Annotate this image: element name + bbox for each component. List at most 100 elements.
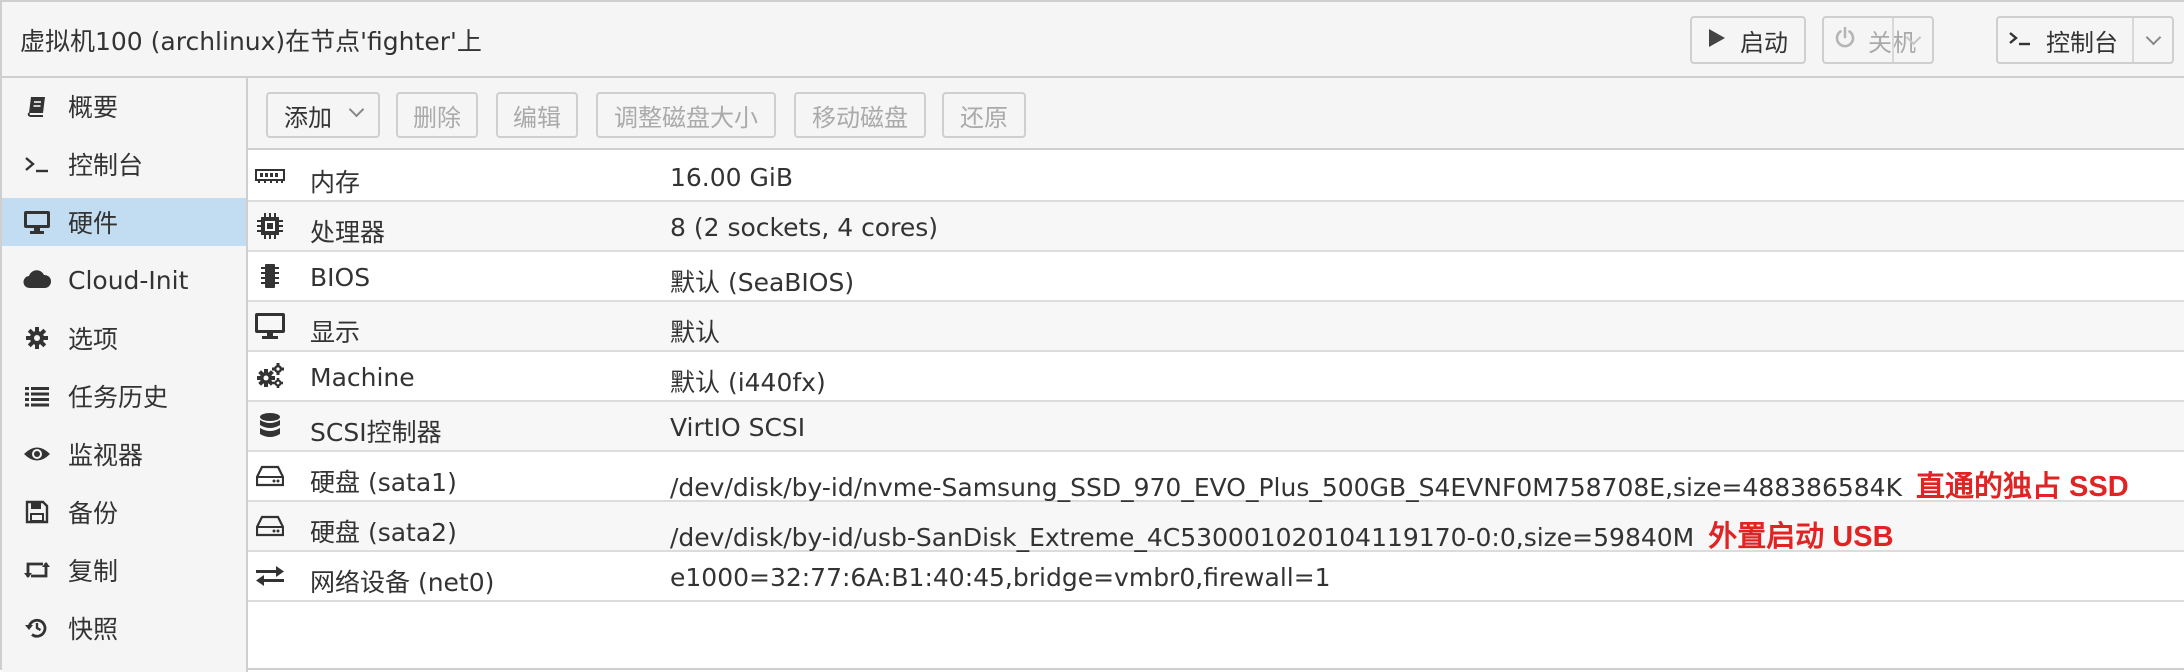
row-value: e1000=32:77:6A:B1:40:45,bridge=vmbr0,fir… bbox=[670, 563, 1331, 592]
table-row[interactable]: 显示 默认 bbox=[248, 302, 2184, 352]
desktop-icon bbox=[254, 310, 286, 342]
sidebar-item-hardware[interactable]: 硬件 bbox=[2, 198, 246, 246]
sidebar-item-label: 选项 bbox=[68, 325, 119, 354]
retweet-icon bbox=[22, 555, 52, 585]
sidebar-item-label: Cloud-Init bbox=[68, 265, 189, 295]
resize-disk-button[interactable]: 调整磁盘大小 bbox=[596, 92, 776, 138]
row-key: Machine bbox=[310, 363, 415, 392]
shutdown-button[interactable]: 关机 bbox=[1822, 16, 1934, 64]
row-key: 处理器 bbox=[310, 218, 386, 247]
sidebar-item-task-history[interactable]: 任务历史 bbox=[2, 372, 246, 420]
sidebar-item-replication[interactable]: 复制 bbox=[2, 546, 246, 594]
table-row[interactable]: 内存 16.00 GiB bbox=[248, 152, 2184, 202]
revert-label: 还原 bbox=[960, 103, 1008, 132]
terminal-icon bbox=[2008, 26, 2032, 54]
monitor-icon bbox=[22, 207, 52, 237]
sidebar-item-cloud-init[interactable]: Cloud-Init bbox=[2, 256, 246, 304]
sidebar-item-label: 备份 bbox=[68, 499, 119, 528]
cloud-icon bbox=[22, 265, 52, 295]
row-key: 硬盘 (sata1) bbox=[310, 468, 457, 497]
resize-disk-label: 调整磁盘大小 bbox=[614, 103, 758, 132]
console-label: 控制台 bbox=[2046, 28, 2118, 57]
row-key: 硬盘 (sata2) bbox=[310, 518, 457, 547]
vm-title: 虚拟机100 (archlinux)在节点'fighter'上 bbox=[20, 27, 482, 56]
row-key: 显示 bbox=[310, 318, 361, 347]
edit-label: 编辑 bbox=[513, 103, 561, 132]
hardware-toolbar: 添加 删除 编辑 调整磁盘大小 移动磁盘 还原 bbox=[248, 78, 2184, 150]
row-value: 默认 (SeaBIOS) bbox=[670, 268, 855, 297]
shutdown-menu-toggle[interactable] bbox=[1892, 18, 1932, 62]
move-disk-label: 移动磁盘 bbox=[812, 103, 908, 132]
sidebar-item-summary[interactable]: 概要 bbox=[2, 82, 246, 130]
move-disk-button[interactable]: 移动磁盘 bbox=[794, 92, 926, 138]
console-menu-toggle[interactable] bbox=[2132, 18, 2172, 62]
play-icon bbox=[1708, 26, 1726, 54]
annotation-label: 直通的独占 SSD bbox=[1915, 471, 2129, 503]
add-label: 添加 bbox=[284, 103, 332, 132]
row-key: 内存 bbox=[310, 168, 361, 197]
eye-icon bbox=[22, 439, 52, 469]
table-row[interactable]: SCSI控制器 VirtIO SCSI bbox=[248, 402, 2184, 452]
table-row[interactable]: 网络设备 (net0) e1000=32:77:6A:B1:40:45,brid… bbox=[248, 552, 2184, 602]
list-icon bbox=[22, 381, 52, 411]
row-value: 默认 (i440fx) bbox=[670, 368, 826, 397]
header-bar: 虚拟机100 (archlinux)在节点'fighter'上 启动 关机 控制… bbox=[2, 2, 2184, 78]
vm-hardware-window: 虚拟机100 (archlinux)在节点'fighter'上 启动 关机 控制… bbox=[0, 0, 2184, 672]
row-value-text: /dev/disk/by-id/usb-SanDisk_Extreme_4C53… bbox=[670, 523, 1695, 552]
row-key: 网络设备 (net0) bbox=[310, 568, 495, 597]
sidebar-item-monitor[interactable]: 监视器 bbox=[2, 430, 246, 478]
microchip-icon bbox=[254, 260, 286, 292]
sidebar-item-label: 控制台 bbox=[68, 151, 144, 180]
sidebar-nav: 概要 控制台 硬件 Cloud-Init 选项 任务历史 监视器 备份 复制 快… bbox=[2, 78, 248, 672]
sidebar-item-label: 复制 bbox=[68, 557, 119, 586]
table-row[interactable]: BIOS 默认 (SeaBIOS) bbox=[248, 252, 2184, 302]
sidebar-item-label: 任务历史 bbox=[68, 383, 169, 412]
remove-label: 删除 bbox=[413, 103, 461, 132]
chevron-down-icon bbox=[1905, 29, 1921, 45]
row-value-text: /dev/disk/by-id/nvme-Samsung_SSD_970_EVO… bbox=[670, 473, 1902, 502]
exchange-icon bbox=[254, 560, 286, 592]
hdd-icon bbox=[254, 460, 286, 492]
book-icon bbox=[22, 91, 52, 121]
floppy-icon bbox=[22, 497, 52, 527]
table-row[interactable]: Machine 默认 (i440fx) bbox=[248, 352, 2184, 402]
console-button[interactable]: 控制台 bbox=[1996, 16, 2174, 64]
row-value: 16.00 GiB bbox=[670, 163, 793, 192]
chevron-down-icon bbox=[2145, 29, 2161, 45]
row-value: VirtIO SCSI bbox=[670, 413, 806, 442]
hardware-grid: 内存 16.00 GiB 处理器 8 (2 sockets, 4 cores) … bbox=[248, 152, 2184, 602]
row-value: 默认 bbox=[670, 318, 721, 347]
cpu-icon bbox=[254, 210, 286, 242]
sidebar-item-options[interactable]: 选项 bbox=[2, 314, 246, 362]
chevron-down-icon bbox=[348, 101, 365, 118]
table-row[interactable]: 硬盘 (sata1) /dev/disk/by-id/nvme-Samsung_… bbox=[248, 452, 2184, 505]
sidebar-item-snapshot[interactable]: 快照 bbox=[2, 604, 246, 652]
history-icon bbox=[22, 613, 52, 643]
sidebar-item-backup[interactable]: 备份 bbox=[2, 488, 246, 536]
start-button[interactable]: 启动 bbox=[1690, 16, 1806, 64]
sidebar-item-label: 概要 bbox=[68, 93, 119, 122]
row-value: 8 (2 sockets, 4 cores) bbox=[670, 213, 938, 242]
row-value: /dev/disk/by-id/usb-SanDisk_Extreme_4C53… bbox=[670, 513, 1894, 555]
revert-button[interactable]: 还原 bbox=[942, 92, 1026, 138]
sidebar-item-console[interactable]: 控制台 bbox=[2, 140, 246, 188]
terminal-icon bbox=[22, 149, 52, 179]
sidebar-item-label: 快照 bbox=[68, 615, 119, 644]
start-label: 启动 bbox=[1740, 28, 1788, 57]
table-row[interactable]: 硬盘 (sata2) /dev/disk/by-id/usb-SanDisk_E… bbox=[248, 502, 2184, 555]
row-key: SCSI控制器 bbox=[310, 418, 442, 447]
row-key: BIOS bbox=[310, 263, 371, 292]
annotation-label: 外置启动 USB bbox=[1708, 521, 1894, 553]
database-icon bbox=[254, 410, 286, 442]
add-button[interactable]: 添加 bbox=[266, 92, 380, 138]
sidebar-item-label: 硬件 bbox=[68, 209, 119, 238]
memory-icon bbox=[254, 160, 286, 192]
power-icon bbox=[1834, 26, 1856, 54]
row-value: /dev/disk/by-id/nvme-Samsung_SSD_970_EVO… bbox=[670, 463, 2129, 505]
table-row[interactable]: 处理器 8 (2 sockets, 4 cores) bbox=[248, 202, 2184, 252]
sidebar-item-label: 监视器 bbox=[68, 441, 144, 470]
hdd-icon bbox=[254, 510, 286, 542]
cogs-icon bbox=[254, 360, 286, 392]
edit-button[interactable]: 编辑 bbox=[496, 92, 578, 138]
remove-button[interactable]: 删除 bbox=[396, 92, 478, 138]
